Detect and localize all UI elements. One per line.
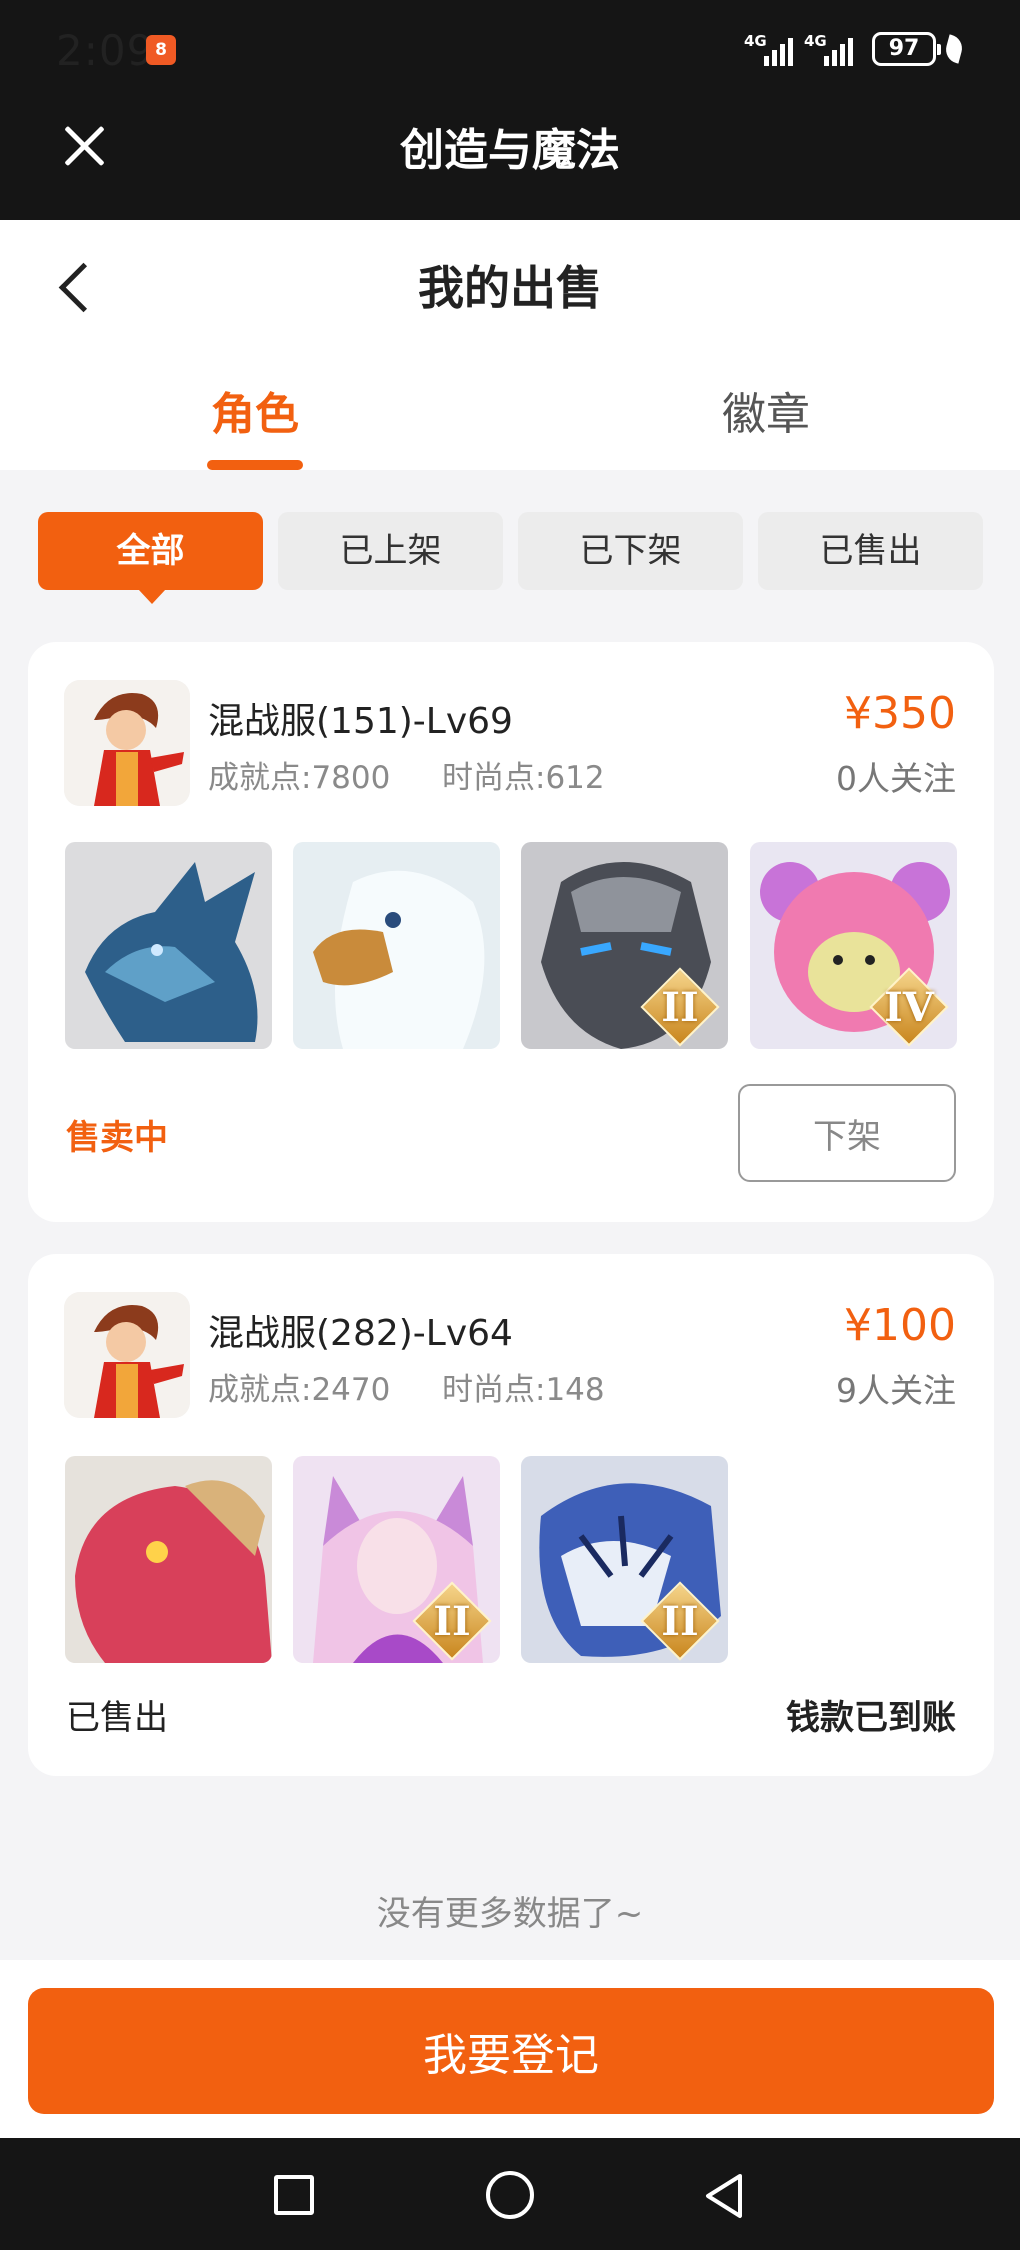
stone-golem-thumb: II [521, 842, 728, 1049]
rank-badge: II [433, 1598, 471, 1645]
fashion-points: 时尚点:612 [442, 760, 605, 796]
pink-bear-thumb: IV [750, 842, 957, 1049]
listing-card[interactable]: 混战服(282)-Lv64 成就点:2470 时尚点:148 ¥100 9人关注… [28, 1254, 994, 1776]
payment-received-note: 钱款已到账 [786, 1698, 956, 1738]
home-icon[interactable] [486, 2171, 534, 2219]
rank-badge: IV [884, 984, 934, 1031]
red-dragon-thumb [65, 1456, 272, 1663]
ice-dragon-thumb [65, 842, 272, 1049]
rank-badge: II [661, 984, 699, 1031]
tab-badges[interactable]: 徽章 [616, 378, 916, 442]
watcher-count: 0人关注 [836, 759, 956, 798]
app-title: 创造与魔法 [400, 125, 620, 176]
fashion-points: 时尚点:148 [442, 1372, 605, 1408]
listing-card[interactable]: 混战服(151)-Lv69 成就点:7800 时尚点:612 ¥350 0人关注… [28, 642, 994, 1222]
achievement-points: 成就点:7800 [208, 760, 391, 796]
rank-badge: II [661, 1598, 699, 1645]
battery-icon: 97 [872, 32, 941, 66]
character-avatar [64, 1292, 190, 1418]
listing-title: 混战服(282)-Lv64 [208, 1313, 513, 1354]
tab-characters[interactable]: 角色 [105, 378, 405, 442]
listing-status: 已售出 [66, 1698, 168, 1738]
filter-listed[interactable]: 已上架 [278, 512, 503, 590]
signal-2-icon: 4G [804, 32, 866, 66]
filter-sold[interactable]: 已售出 [758, 512, 983, 590]
tab-active-indicator [207, 460, 303, 470]
signal-1-icon: 4G [744, 32, 806, 66]
achievement-points: 成就点:2470 [208, 1372, 391, 1408]
page-title: 我的出售 [418, 261, 602, 315]
filter-all[interactable]: 全部 [38, 512, 263, 604]
character-avatar [64, 680, 190, 806]
listing-price: ¥350 [844, 688, 956, 739]
recent-apps-icon[interactable] [274, 2175, 314, 2215]
blue-tiger-thumb: II [521, 1456, 728, 1663]
delist-button[interactable]: 下架 [738, 1084, 956, 1182]
back-triangle-icon[interactable] [702, 2172, 746, 2220]
status-time: 2:09 [56, 26, 155, 75]
listing-status: 售卖中 [66, 1118, 168, 1158]
no-more-data-text: 没有更多数据了~ [376, 1894, 644, 1934]
listing-title: 混战服(151)-Lv69 [208, 701, 513, 742]
watcher-count: 9人关注 [836, 1371, 956, 1410]
listing-price: ¥100 [844, 1300, 956, 1351]
filter-delisted[interactable]: 已下架 [518, 512, 743, 590]
white-eagle-thumb [293, 842, 500, 1049]
register-button[interactable]: 我要登记 [28, 1988, 994, 2114]
fox-fairy-thumb: II [293, 1456, 500, 1663]
notification-app-icon: 8 [146, 35, 176, 65]
